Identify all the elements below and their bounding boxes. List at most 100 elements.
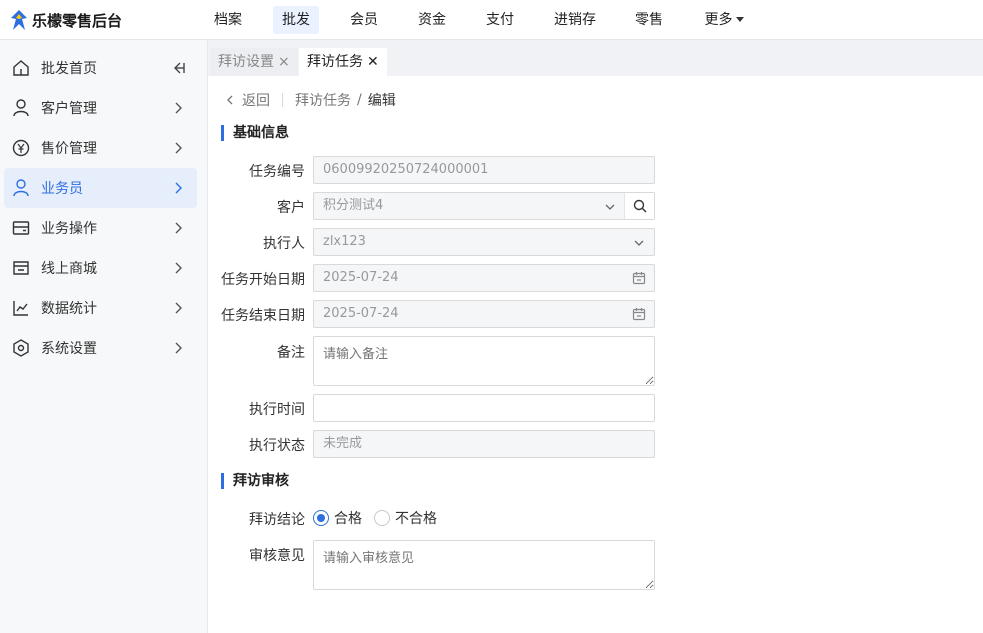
exec-time-label: 执行时间 [249,402,305,418]
executor-label: 执行人 [263,236,305,252]
app-title: 乐檬零售后台 [32,11,123,30]
radio-checked-icon[interactable] [313,510,329,526]
exec-status-field: 未完成 [313,430,655,458]
tab-label: 拜访设置 [218,54,274,70]
sidebar-item-wholesale-home[interactable]: 批发首页 [4,48,197,88]
customer-value: 积分测试4 [323,198,384,213]
chevron-down-icon [605,204,615,210]
sidebar-item-label: 线上商城 [41,261,97,277]
card-icon [12,221,30,235]
remark-textarea[interactable] [313,336,655,386]
exec-status-label: 执行状态 [249,438,305,454]
topnav-member[interactable]: 会员 [347,6,381,34]
chevron-right-icon [175,302,182,314]
end-date-value: 2025-07-24 [323,306,399,321]
remark-label: 备注 [277,345,305,361]
topnav-retail[interactable]: 零售 [632,6,666,34]
app-logo[interactable]: 乐檬零售后台 [10,9,122,31]
end-date-label: 任务结束日期 [221,308,305,324]
home-icon [13,60,29,76]
tab-visit-task[interactable]: 拜访任务 ✕ [299,48,387,76]
breadcrumb: 返回 拜访任务 / 编辑 [224,90,396,110]
back-label: 返回 [242,93,270,109]
end-date-field[interactable]: 2025-07-24 [313,300,655,328]
sidebar-item-label: 系统设置 [41,341,97,357]
sidebar-item-label: 批发首页 [41,61,97,77]
chevron-right-icon [175,182,182,194]
breadcrumb-parent[interactable]: 拜访任务 [295,90,351,110]
conclusion-radio-group: 合格 不合格 [313,508,449,528]
sidebar-item-price[interactable]: 售价管理 [4,128,197,168]
sidebar-item-online-mall[interactable]: 线上商城 [4,248,197,288]
sidebar-item-statistics[interactable]: 数据统计 [4,288,197,328]
divider [282,93,283,107]
sidebar-item-label: 业务操作 [41,221,97,237]
sidebar-item-salesman[interactable]: 业务员 [4,168,197,208]
exec-time-field[interactable] [313,394,655,422]
radio-label: 合格 [334,511,362,527]
executor-select[interactable]: zlx123 [313,228,655,256]
radio-label: 不合格 [395,511,437,527]
topnav-more[interactable]: 更多 [702,6,746,34]
store-icon [13,261,29,275]
sidebar-item-label: 数据统计 [41,301,97,317]
sidebar-item-business-ops[interactable]: 业务操作 [4,208,197,248]
back-link[interactable]: 返回 [224,90,270,110]
top-bar: 乐檬零售后台 档案 批发 会员 资金 支付 进销存 零售 更多 [0,0,983,40]
executor-value: zlx123 [323,234,366,249]
sidebar: 批发首页 客户管理 售价管理 业务员 业务操作 线上商城 数据统计 系统设置 [0,40,208,633]
chevron-right-icon [175,222,182,234]
customer-select[interactable]: 积分测试4 [313,192,655,220]
conclusion-label: 拜访结论 [249,512,305,528]
sidebar-item-label: 业务员 [41,181,83,197]
tab-visit-settings[interactable]: 拜访设置 × [210,48,298,76]
topnav-payment[interactable]: 支付 [483,6,517,34]
caret-down-icon [735,16,744,22]
settings-icon [13,339,29,357]
tab-bar: 拜访设置 × 拜访任务 ✕ [208,40,983,76]
topnav-more-label: 更多 [704,12,733,28]
chevron-right-icon [175,142,182,154]
yen-icon [12,139,30,157]
start-date-label: 任务开始日期 [221,272,305,288]
user-icon [13,179,29,197]
logo-icon [11,10,27,30]
user-icon [13,99,29,117]
main-content: 返回 拜访任务 / 编辑 基础信息 任务编号 06009920250724000… [208,76,983,633]
task-no-field: 06009920250724000001 [313,156,655,184]
close-icon[interactable]: ✕ [367,54,379,70]
section-title-review: 拜访审核 [221,473,289,489]
radio-unchecked-icon[interactable] [374,510,390,526]
chevron-down-icon [634,240,644,246]
customer-search-button[interactable] [624,193,654,219]
breadcrumb-separator: / [357,92,362,108]
sidebar-item-system-settings[interactable]: 系统设置 [4,328,197,368]
opinion-label: 审核意见 [249,548,305,564]
sidebar-item-label: 售价管理 [41,141,97,157]
section-title-basic: 基础信息 [221,125,289,141]
start-date-field[interactable]: 2025-07-24 [313,264,655,292]
topnav-archive[interactable]: 档案 [211,6,245,34]
task-no-label: 任务编号 [249,164,305,180]
topnav-funds[interactable]: 资金 [415,6,449,34]
breadcrumb-current: 编辑 [367,93,396,109]
search-icon [633,199,646,213]
calendar-icon [632,272,646,285]
sidebar-item-label: 客户管理 [41,101,97,117]
chevron-right-icon [175,342,182,354]
collapse-left-icon[interactable] [170,60,186,76]
customer-label: 客户 [277,200,305,216]
topnav-inventory[interactable]: 进销存 [551,6,599,34]
sidebar-item-customer[interactable]: 客户管理 [4,88,197,128]
calendar-icon [632,308,646,321]
tab-label: 拜访任务 [307,54,363,70]
topnav-wholesale[interactable]: 批发 [273,6,319,34]
chevron-right-icon [175,102,182,114]
close-icon[interactable]: × [278,54,290,70]
chevron-left-icon [227,95,233,105]
radio-option-fail[interactable]: 不合格 [374,508,437,528]
chevron-right-icon [175,262,182,274]
opinion-textarea[interactable] [313,540,655,590]
radio-option-pass[interactable]: 合格 [313,508,362,528]
chart-icon [13,301,28,316]
